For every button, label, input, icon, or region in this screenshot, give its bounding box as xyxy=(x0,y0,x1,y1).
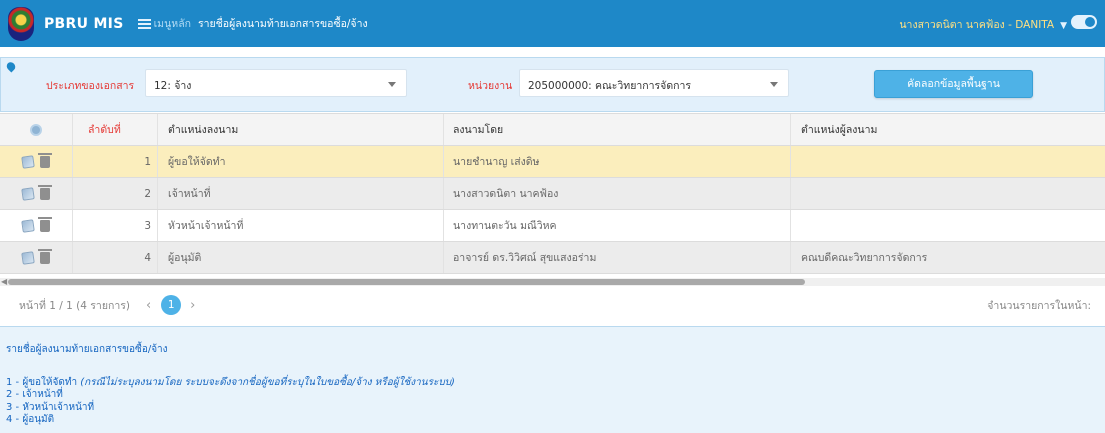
unit-select[interactable]: 205000000: คณะวิทยาการจัดการ xyxy=(519,69,789,97)
trash-icon[interactable] xyxy=(38,216,52,232)
signers-table: ลำดับที่ ตำแหน่งลงนาม ลงนามโดย ตำแหน่งผู… xyxy=(0,113,1105,274)
pin-icon[interactable] xyxy=(4,60,18,73)
filter-bar: ประเภทของเอกสาร 12: จ้าง หน่วยงาน 205000… xyxy=(0,57,1105,112)
help-panel: รายชื่อผู้ลงนามท้ายเอกสารขอซื้อ/จ้าง 1 -… xyxy=(0,326,1105,433)
trash-icon[interactable] xyxy=(38,152,52,168)
row-signer: นางสาวดนิตา นาคฟ้อง xyxy=(443,178,790,209)
pencil-icon[interactable] xyxy=(21,218,35,233)
row-order: 2 xyxy=(72,178,157,209)
row-position: เจ้าหน้าที่ xyxy=(157,178,443,209)
pencil-icon[interactable] xyxy=(21,154,35,169)
row-order: 1 xyxy=(72,146,157,177)
user-name[interactable]: นางสาวดนิตา นาคฟ้อง - DANITA xyxy=(899,19,1054,31)
doc-type-value: 12: จ้าง xyxy=(154,80,192,92)
row-order: 3 xyxy=(72,210,157,241)
row-signer: นางทานตะวัน มณีวิหค xyxy=(443,210,790,241)
row-signer-position xyxy=(790,146,1105,177)
table-row[interactable]: 3 หัวหน้าเจ้าหน้าที่ นางทานตะวัน มณีวิหค xyxy=(0,210,1105,242)
pagination: หน้าที่ 1 / 1 (4 รายการ) ‹ 1 › จำนวนรายก… xyxy=(0,287,1105,323)
next-page-button[interactable]: › xyxy=(190,298,195,313)
row-actions xyxy=(0,210,72,241)
row-actions xyxy=(0,178,72,209)
help-line-2: 2 - เจ้าหน้าที่ xyxy=(6,389,63,401)
page-info: หน้าที่ 1 / 1 (4 รายการ) xyxy=(19,299,130,312)
help-line-3: 3 - หัวหน้าเจ้าหน้าที่ xyxy=(6,401,95,413)
row-signer-position xyxy=(790,210,1105,241)
pencil-icon[interactable] xyxy=(21,250,35,265)
pencil-icon[interactable] xyxy=(21,186,35,201)
scrollbar-thumb[interactable] xyxy=(8,279,805,285)
row-position: หัวหน้าเจ้าหน้าที่ xyxy=(157,210,443,241)
horizontal-scrollbar[interactable]: ◀ xyxy=(0,278,1105,286)
help-line-1: 1 - ผู้ขอให้จัดทำ (กรณีไม่ระบุลงนามโดย ร… xyxy=(6,377,1099,390)
row-position: ผู้อนุมัติ xyxy=(157,242,443,273)
trash-icon[interactable] xyxy=(38,248,52,264)
per-page-label: จำนวนรายการในหน้า: xyxy=(987,299,1091,312)
column-header-position[interactable]: ตำแหน่งลงนาม xyxy=(157,114,443,145)
caret-down-icon[interactable]: ▼ xyxy=(1060,21,1067,31)
university-logo[interactable] xyxy=(8,6,34,41)
doc-type-select[interactable]: 12: จ้าง xyxy=(145,69,407,97)
column-header-signer-position[interactable]: ตำแหน่งผู้ลงนาม xyxy=(790,114,1105,145)
scroll-left-icon[interactable]: ◀ xyxy=(1,278,7,286)
row-actions xyxy=(0,146,72,177)
prev-page-button[interactable]: ‹ xyxy=(146,298,151,313)
page-title: รายชื่อผู้ลงนามท้ายเอกสารขอซื้อ/จ้าง xyxy=(197,18,368,30)
current-page-button[interactable]: 1 xyxy=(161,295,182,315)
row-signer: อาจารย์ ดร.วิวิศณ์ สุขแสงอร่าม xyxy=(443,242,790,273)
header-actions-cell xyxy=(0,114,72,145)
copy-base-data-button[interactable]: คัดลอกข้อมูลพื้นฐาน xyxy=(874,70,1033,98)
row-signer-position xyxy=(790,178,1105,209)
row-actions xyxy=(0,242,72,273)
table-header: ลำดับที่ ตำแหน่งลงนาม ลงนามโดย ตำแหน่งผู… xyxy=(0,113,1105,146)
help-line-4: 4 - ผู้อนุมัติ xyxy=(6,414,55,426)
unit-label: หน่วยงาน xyxy=(468,80,513,92)
top-navbar: PBRU MIS เมนูหลัก รายชื่อผู้ลงนามท้ายเอก… xyxy=(0,0,1105,47)
theme-toggle[interactable] xyxy=(1071,15,1097,29)
column-header-signer[interactable]: ลงนามโดย xyxy=(443,114,790,145)
trash-icon[interactable] xyxy=(38,184,52,200)
help-line-1-label: 1 - ผู้ขอให้จัดทำ xyxy=(6,376,78,388)
main-menu-link[interactable]: เมนูหลัก xyxy=(154,15,191,32)
app-title[interactable]: PBRU MIS xyxy=(44,16,124,32)
user-menu[interactable]: นางสาวดนิตา นาคฟ้อง - DANITA ▼ xyxy=(899,16,1067,33)
help-line-1-note: (กรณีไม่ระบุลงนามโดย ระบบจะดึงจากชื่อผู้… xyxy=(80,376,455,388)
column-header-order[interactable]: ลำดับที่ xyxy=(72,114,157,145)
row-position: ผู้ขอให้จัดทำ xyxy=(157,146,443,177)
list-icon[interactable] xyxy=(137,18,151,29)
row-signer-position: คณบดีคณะวิทยาการจัดการ xyxy=(790,242,1105,273)
chevron-down-icon[interactable] xyxy=(770,82,778,87)
table-row[interactable]: 4 ผู้อนุมัติ อาจารย์ ดร.วิวิศณ์ สุขแสงอร… xyxy=(0,242,1105,274)
unit-value: 205000000: คณะวิทยาการจัดการ xyxy=(528,80,692,92)
table-row[interactable]: 2 เจ้าหน้าที่ นางสาวดนิตา นาคฟ้อง xyxy=(0,178,1105,210)
row-signer: นายชำนาญ เส่งดิษ xyxy=(443,146,790,177)
chevron-down-icon[interactable] xyxy=(388,82,396,87)
row-order: 4 xyxy=(72,242,157,273)
table-row[interactable]: 1 ผู้ขอให้จัดทำ นายชำนาญ เส่งดิษ xyxy=(0,146,1105,178)
doc-type-label: ประเภทของเอกสาร xyxy=(46,80,135,92)
gear-icon[interactable] xyxy=(30,123,42,136)
help-title: รายชื่อผู้ลงนามท้ายเอกสารขอซื้อ/จ้าง xyxy=(6,344,168,355)
